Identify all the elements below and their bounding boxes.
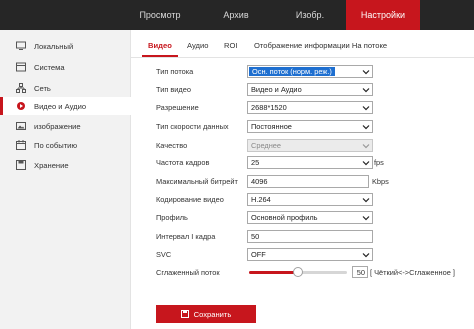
image-icon: [16, 121, 26, 131]
sidebar-item-event[interactable]: По событию: [0, 136, 131, 154]
save-button[interactable]: Сохранить: [156, 305, 256, 323]
sidebar-item-label: Видео и Аудио: [34, 101, 87, 111]
sidebar: Локальный Система Сеть Видео и Аудио изо…: [0, 30, 131, 329]
sidebar-item-label: Сеть: [34, 83, 51, 93]
bitrate-type-select[interactable]: Постоянное: [247, 120, 373, 133]
stream-type-label: Тип потока: [156, 67, 194, 76]
chevron-down-icon: [362, 253, 370, 258]
topnav-playback[interactable]: Архив: [198, 0, 274, 30]
event-icon: [16, 140, 26, 150]
frame-rate-select[interactable]: 25: [247, 156, 373, 169]
stream-type-select[interactable]: Осн. поток (норм. реж.): [247, 65, 373, 78]
video-audio-icon: [16, 101, 26, 111]
sidebar-item-network[interactable]: Сеть: [0, 79, 131, 97]
frame-rate-label: Частота кадров: [156, 158, 210, 167]
system-icon: [16, 62, 26, 72]
video-type-value: Видео и Аудио: [251, 85, 302, 94]
active-tab-indicator: [142, 55, 178, 57]
smoothing-value-input[interactable]: 50: [352, 266, 368, 278]
resolution-label: Разрешение: [156, 103, 199, 112]
profile-select[interactable]: Основной профиль: [247, 211, 373, 224]
quality-value: Среднее: [251, 141, 282, 150]
topnav-configuration[interactable]: Настройки: [346, 0, 420, 30]
resolution-value: 2688*1520: [251, 103, 287, 112]
sidebar-item-label: Хранение: [34, 160, 69, 170]
quality-label: Качество: [156, 141, 188, 150]
tab-stream-info-display[interactable]: Отображение информации На потоке: [254, 36, 387, 54]
svc-value: OFF: [251, 250, 266, 259]
chevron-down-icon: [362, 70, 370, 75]
sidebar-item-video-audio[interactable]: Видео и Аудио: [0, 97, 131, 115]
tab-audio[interactable]: Аудио: [187, 36, 208, 54]
smoothing-label: Сглаженный поток: [156, 268, 220, 277]
topnav-picture[interactable]: Изобр.: [274, 0, 346, 30]
max-bitrate-input[interactable]: 4096: [247, 175, 369, 188]
max-bitrate-unit: Kbps: [372, 177, 389, 186]
smoothing-hint: [ Чёткий<->Сглаженное ]: [370, 267, 455, 277]
i-frame-interval-input[interactable]: 50: [247, 230, 373, 243]
chevron-down-icon: [362, 198, 370, 203]
sidebar-item-label: По событию: [34, 140, 78, 150]
svc-label: SVC: [156, 250, 172, 259]
storage-icon: [16, 160, 26, 170]
topnav-live-view[interactable]: Просмотр: [122, 0, 198, 30]
sidebar-item-system[interactable]: Система: [0, 58, 131, 76]
save-icon: [180, 310, 189, 318]
chevron-down-icon: [362, 216, 370, 221]
tab-roi[interactable]: ROI: [224, 36, 238, 54]
video-encoding-label: Кодирование видео: [156, 195, 224, 204]
sidebar-item-label: Система: [34, 62, 65, 72]
i-frame-interval-value: 50: [251, 232, 260, 241]
frame-rate-value: 25: [251, 158, 260, 167]
smoothing-slider[interactable]: [249, 267, 347, 277]
tab-divider: [131, 57, 474, 58]
chevron-down-icon: [362, 125, 370, 130]
sidebar-item-label: Локальный: [34, 41, 74, 51]
sidebar-item-local[interactable]: Локальный: [0, 37, 131, 55]
network-icon: [16, 83, 26, 93]
chevron-down-icon: [362, 161, 370, 166]
chevron-down-icon: [362, 106, 370, 111]
save-button-label: Сохранить: [193, 309, 232, 319]
video-encoding-value: H.264: [251, 195, 271, 204]
chevron-down-icon: [362, 144, 370, 149]
quality-select: Среднее: [247, 139, 373, 152]
profile-value: Основной профиль: [251, 213, 318, 222]
video-encoding-select[interactable]: H.264: [247, 193, 373, 206]
sidebar-item-storage[interactable]: Хранение: [0, 156, 131, 174]
video-type-label: Тип видео: [156, 85, 191, 94]
bitrate-type-label: Тип скорости данных: [156, 122, 229, 131]
profile-label: Профиль: [156, 213, 188, 222]
sidebar-item-label: изображение: [34, 121, 81, 131]
chevron-down-icon: [362, 88, 370, 93]
smoothing-slider-fill: [249, 271, 298, 274]
smoothing-slider-handle[interactable]: [293, 267, 303, 277]
sidebar-item-image[interactable]: изображение: [0, 117, 131, 135]
tab-video[interactable]: Видео: [148, 36, 172, 54]
frame-rate-unit: fps: [374, 158, 384, 167]
max-bitrate-label: Максимальный битрейт: [156, 177, 238, 186]
stream-type-value: Осн. поток (норм. реж.): [249, 67, 335, 76]
monitor-icon: [16, 41, 26, 51]
bitrate-type-value: Постоянное: [251, 122, 292, 131]
svc-select[interactable]: OFF: [247, 248, 373, 261]
max-bitrate-value: 4096: [251, 177, 268, 186]
resolution-select[interactable]: 2688*1520: [247, 101, 373, 114]
video-type-select[interactable]: Видео и Аудио: [247, 83, 373, 96]
i-frame-interval-label: Интервал I кадра: [156, 232, 216, 241]
